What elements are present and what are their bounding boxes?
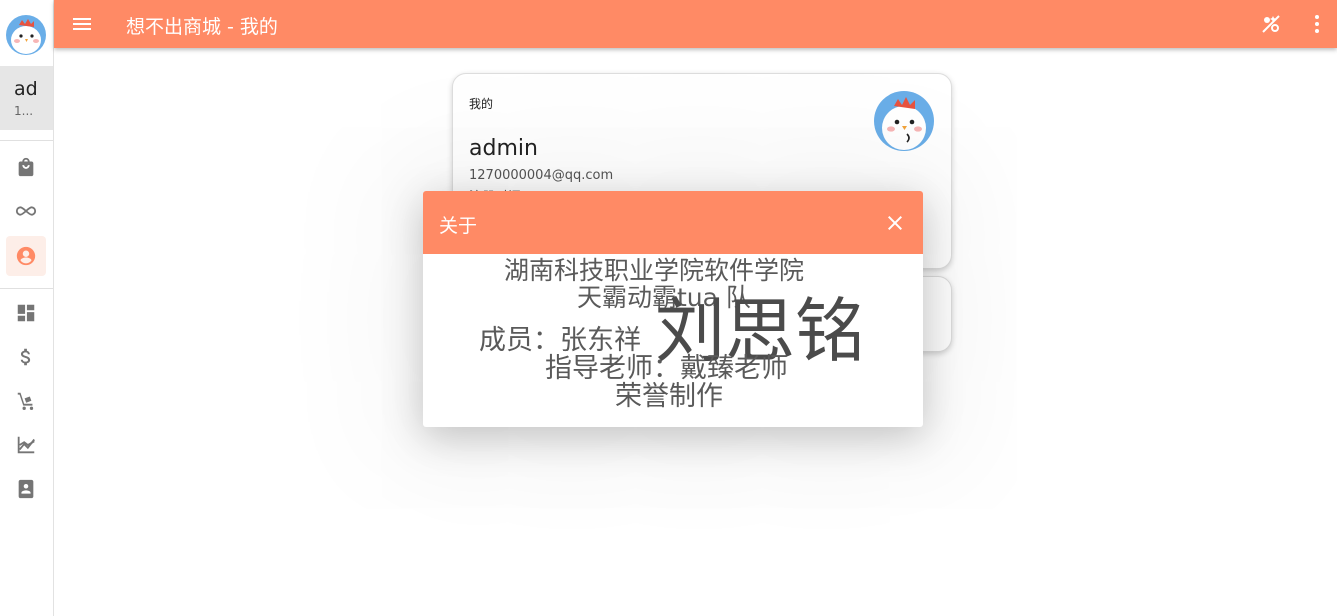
theme-toggle-icon[interactable] xyxy=(1259,12,1283,36)
sidebar-user-sub: 1... xyxy=(14,104,34,118)
user-name: admin xyxy=(469,136,538,161)
dialog-header: 关于 xyxy=(423,191,923,254)
shopping-bag-icon xyxy=(18,157,34,177)
sidebar-item-shop[interactable] xyxy=(6,147,46,187)
sidebar-item-contacts[interactable] xyxy=(6,469,46,509)
dialog-title: 关于 xyxy=(439,215,478,237)
close-icon[interactable] xyxy=(883,211,907,235)
chart-line-icon xyxy=(17,436,35,454)
sidebar-item-dashboard[interactable] xyxy=(6,293,46,333)
account-circle-icon xyxy=(16,246,36,266)
contact-book-icon xyxy=(18,479,34,499)
sidebar-item-mine[interactable] xyxy=(6,236,46,276)
dashboard-icon xyxy=(17,304,35,322)
app-logo-icon[interactable] xyxy=(5,14,47,56)
cart-dolly-icon xyxy=(17,392,34,410)
user-email: 1270000004@qq.com xyxy=(469,168,614,183)
sidebar-divider xyxy=(0,140,53,141)
sidebar-user-name: ad xyxy=(14,78,38,100)
sidebar: ad 1... xyxy=(0,0,54,616)
about-line-credit: 荣誉制作 xyxy=(615,381,723,412)
card-title: 我的 xyxy=(469,97,494,111)
page-title: 想不出商城 - 我的 xyxy=(126,16,278,38)
infinity-icon xyxy=(15,206,37,216)
menu-icon[interactable] xyxy=(70,12,94,36)
app-bar: 想不出商城 - 我的 xyxy=(54,0,1337,48)
sidebar-item-infinity[interactable] xyxy=(6,191,46,231)
avatar xyxy=(874,91,934,151)
sidebar-user[interactable]: ad 1... xyxy=(0,66,53,130)
sidebar-divider xyxy=(0,288,53,289)
sidebar-item-finance[interactable] xyxy=(6,337,46,377)
sidebar-item-stats[interactable] xyxy=(6,425,46,465)
dollar-icon xyxy=(20,348,31,366)
more-vert-icon[interactable] xyxy=(1305,12,1329,36)
sidebar-item-orders[interactable] xyxy=(6,381,46,421)
about-dialog: 关于 湖南科技职业学院软件学院 天霸动霸tua 队 刘思铭 成员：张东祥 指导老… xyxy=(423,191,923,427)
